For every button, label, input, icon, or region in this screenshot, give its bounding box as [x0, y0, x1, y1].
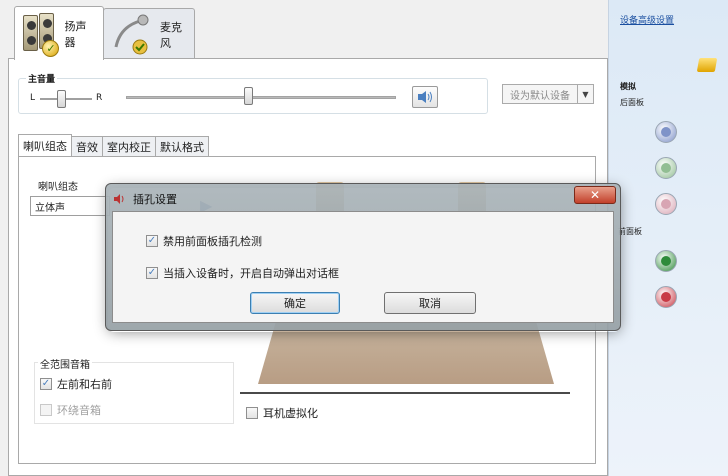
speaker-volume-icon	[418, 91, 432, 103]
config-tabs: 喇叭组态 音效 室内校正 默认格式	[18, 134, 209, 156]
auto-popup-option[interactable]: ✓ 当插入设备时，开启自动弹出对话框	[146, 265, 339, 281]
advanced-settings-link[interactable]: 设备高级设置	[620, 13, 674, 26]
speaker-config-select[interactable]: 立体声	[30, 196, 110, 216]
disable-front-jack-option[interactable]: ✓ 禁用前面板插孔检测	[146, 233, 262, 249]
jack-socket	[661, 163, 671, 173]
audio-jack-icon[interactable]	[655, 121, 677, 143]
jack-socket	[661, 127, 671, 137]
front-lr-checkbox[interactable]: ✓	[40, 378, 52, 390]
tab-default-format[interactable]: 默认格式	[155, 136, 209, 156]
front-lr-option[interactable]: ✓ 左前和右前	[40, 376, 112, 392]
tab-sound-effects[interactable]: 音效	[71, 136, 103, 156]
tab-label: 麦克风	[160, 20, 182, 50]
speaker-volume-icon	[114, 194, 124, 204]
headphone-virtualization-checkbox[interactable]	[246, 407, 258, 419]
speaker-icon: ✓	[21, 11, 60, 57]
jack-socket	[661, 292, 671, 302]
headphone-virtualization-label: 耳机虚拟化	[263, 407, 318, 420]
audio-jack-icon[interactable]	[655, 157, 677, 179]
close-button[interactable]: ✕	[574, 186, 616, 204]
left-label: L	[30, 93, 36, 103]
auto-popup-checkbox[interactable]: ✓	[146, 267, 158, 279]
tab-room-correction[interactable]: 室内校正	[102, 136, 156, 156]
folder-icon[interactable]	[696, 58, 718, 72]
chevron-down-icon[interactable]: ▼	[577, 85, 593, 103]
auto-popup-label: 当插入设备时，开启自动弹出对话框	[163, 267, 339, 280]
tab-microphone[interactable]: 麦克风	[103, 8, 195, 60]
volume-track	[126, 96, 396, 99]
tab-speakers[interactable]: ✓ 扬声器	[14, 6, 104, 60]
surround-label: 环绕音箱	[57, 404, 101, 417]
check-badge-icon: ✓	[42, 39, 60, 57]
audio-jack-icon[interactable]	[655, 250, 677, 272]
jack-socket	[661, 199, 671, 209]
full-range-title: 全范围音箱	[38, 356, 92, 371]
rear-panel-label: 后面板	[620, 98, 644, 107]
front-lr-label: 左前和右前	[57, 378, 112, 391]
set-default-button[interactable]: 设为默认设备 ▼	[502, 84, 594, 104]
microphone-icon	[110, 13, 154, 57]
speaker-config-label: 喇叭组态	[38, 182, 78, 193]
cancel-button[interactable]: 取消	[384, 292, 476, 314]
right-label: R	[96, 93, 103, 103]
surround-checkbox	[40, 404, 52, 416]
jack-socket	[661, 256, 671, 266]
disable-front-jack-checkbox[interactable]: ✓	[146, 235, 158, 247]
balance-slider-thumb[interactable]	[56, 90, 66, 108]
ok-button[interactable]: 确定	[250, 292, 340, 314]
tab-label: 扬声器	[64, 19, 87, 49]
dialog-titlebar: 插孔设置	[113, 191, 177, 207]
volume-slider-thumb[interactable]	[243, 87, 253, 105]
surround-option: 环绕音箱	[40, 402, 101, 418]
headphone-virtualization-option[interactable]: 耳机虚拟化	[246, 405, 318, 421]
master-volume-title: 主音量	[26, 72, 58, 85]
analog-label: 模拟	[620, 82, 636, 91]
tab-speaker-config[interactable]: 喇叭组态	[18, 134, 72, 156]
dialog-title: 插孔设置	[133, 193, 177, 206]
audio-jack-icon[interactable]	[655, 286, 677, 308]
mute-button[interactable]	[412, 86, 438, 108]
set-default-label: 设为默认设备	[510, 90, 570, 102]
disable-front-jack-label: 禁用前面板插孔检测	[163, 235, 262, 248]
audio-jack-icon[interactable]	[655, 193, 677, 215]
balance-track	[40, 98, 92, 100]
floor-line	[240, 392, 570, 394]
front-panel-label: 前面板	[618, 227, 642, 236]
